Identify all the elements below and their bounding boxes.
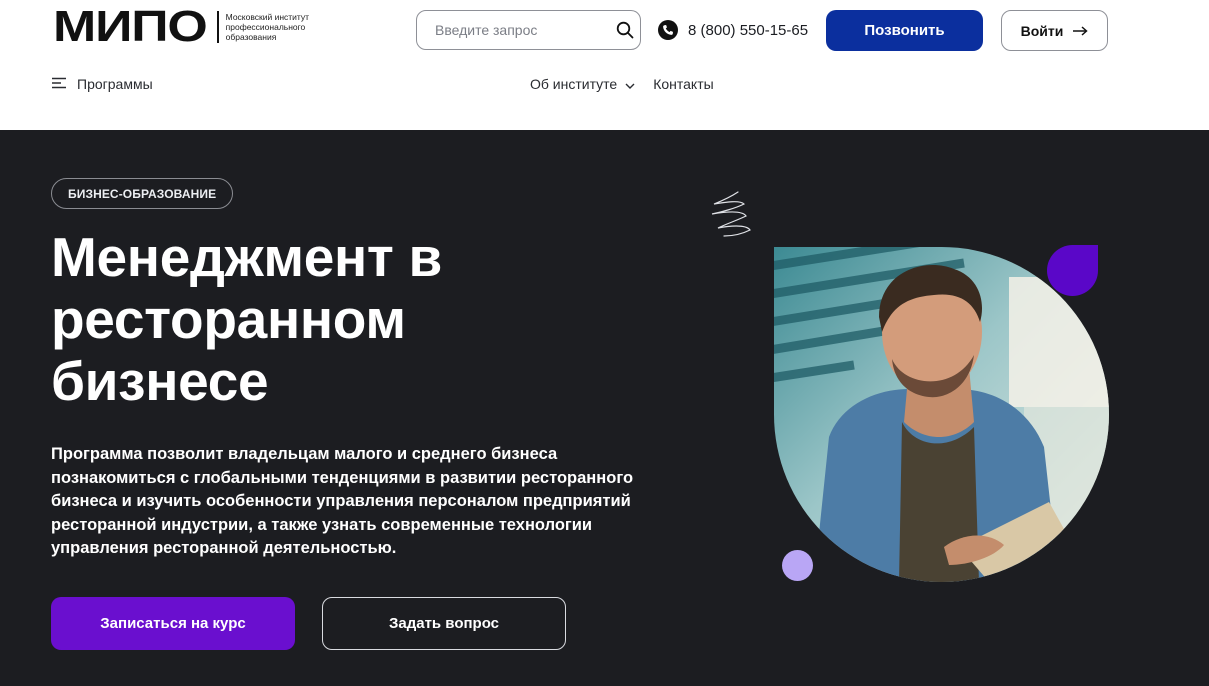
- chevron-down-icon: [625, 76, 635, 92]
- search-icon[interactable]: [616, 20, 634, 40]
- enroll-button[interactable]: Записаться на курс: [51, 597, 295, 650]
- main-nav: Об институте Контакты: [530, 76, 714, 92]
- page-title: Менеджмент в ресторанном бизнесе: [51, 226, 443, 412]
- site-header: МИПО Московский институт профессионально…: [0, 0, 1209, 130]
- logo[interactable]: МИПО Московский институт профессионально…: [53, 2, 326, 51]
- login-button[interactable]: Войти: [1001, 10, 1108, 51]
- search-input[interactable]: [435, 22, 616, 38]
- phone-icon: [658, 20, 678, 40]
- menu-icon: [52, 76, 67, 92]
- ask-question-button[interactable]: Задать вопрос: [322, 597, 566, 650]
- decorative-lilac-dot: [782, 550, 813, 581]
- phone-number: 8 (800) 550-15-65: [688, 21, 809, 39]
- program-description: Программа позволит владельцам малого и с…: [51, 445, 634, 557]
- programs-menu-label: Программы: [77, 76, 153, 92]
- login-button-label: Войти: [1020, 22, 1064, 39]
- phone-link[interactable]: 8 (800) 550-15-65: [658, 20, 808, 40]
- logo-subtitle: Московский институт профессионального об…: [225, 12, 310, 42]
- search-box: [416, 10, 641, 50]
- nav-item-contacts[interactable]: Контакты: [653, 76, 713, 92]
- nav-item-label: Об институте: [530, 76, 618, 92]
- hero-section: БИЗНЕС-ОБРАЗОВАНИЕ Менеджмент в ресторан…: [0, 130, 1209, 686]
- decorative-purple-shape: [1047, 245, 1098, 296]
- nav-item-about[interactable]: Об институте: [530, 76, 635, 92]
- nav-item-label: Контакты: [653, 76, 714, 92]
- squiggle-decoration: [711, 191, 751, 237]
- call-button[interactable]: Позвонить: [826, 10, 983, 51]
- logo-mark: МИПО: [53, 2, 208, 51]
- arrow-right-icon: [1072, 23, 1088, 39]
- logo-divider: [217, 11, 219, 43]
- category-badge: БИЗНЕС-ОБРАЗОВАНИЕ: [51, 178, 234, 209]
- programs-menu[interactable]: Программы: [52, 76, 153, 92]
- hero-photo: [774, 247, 1109, 582]
